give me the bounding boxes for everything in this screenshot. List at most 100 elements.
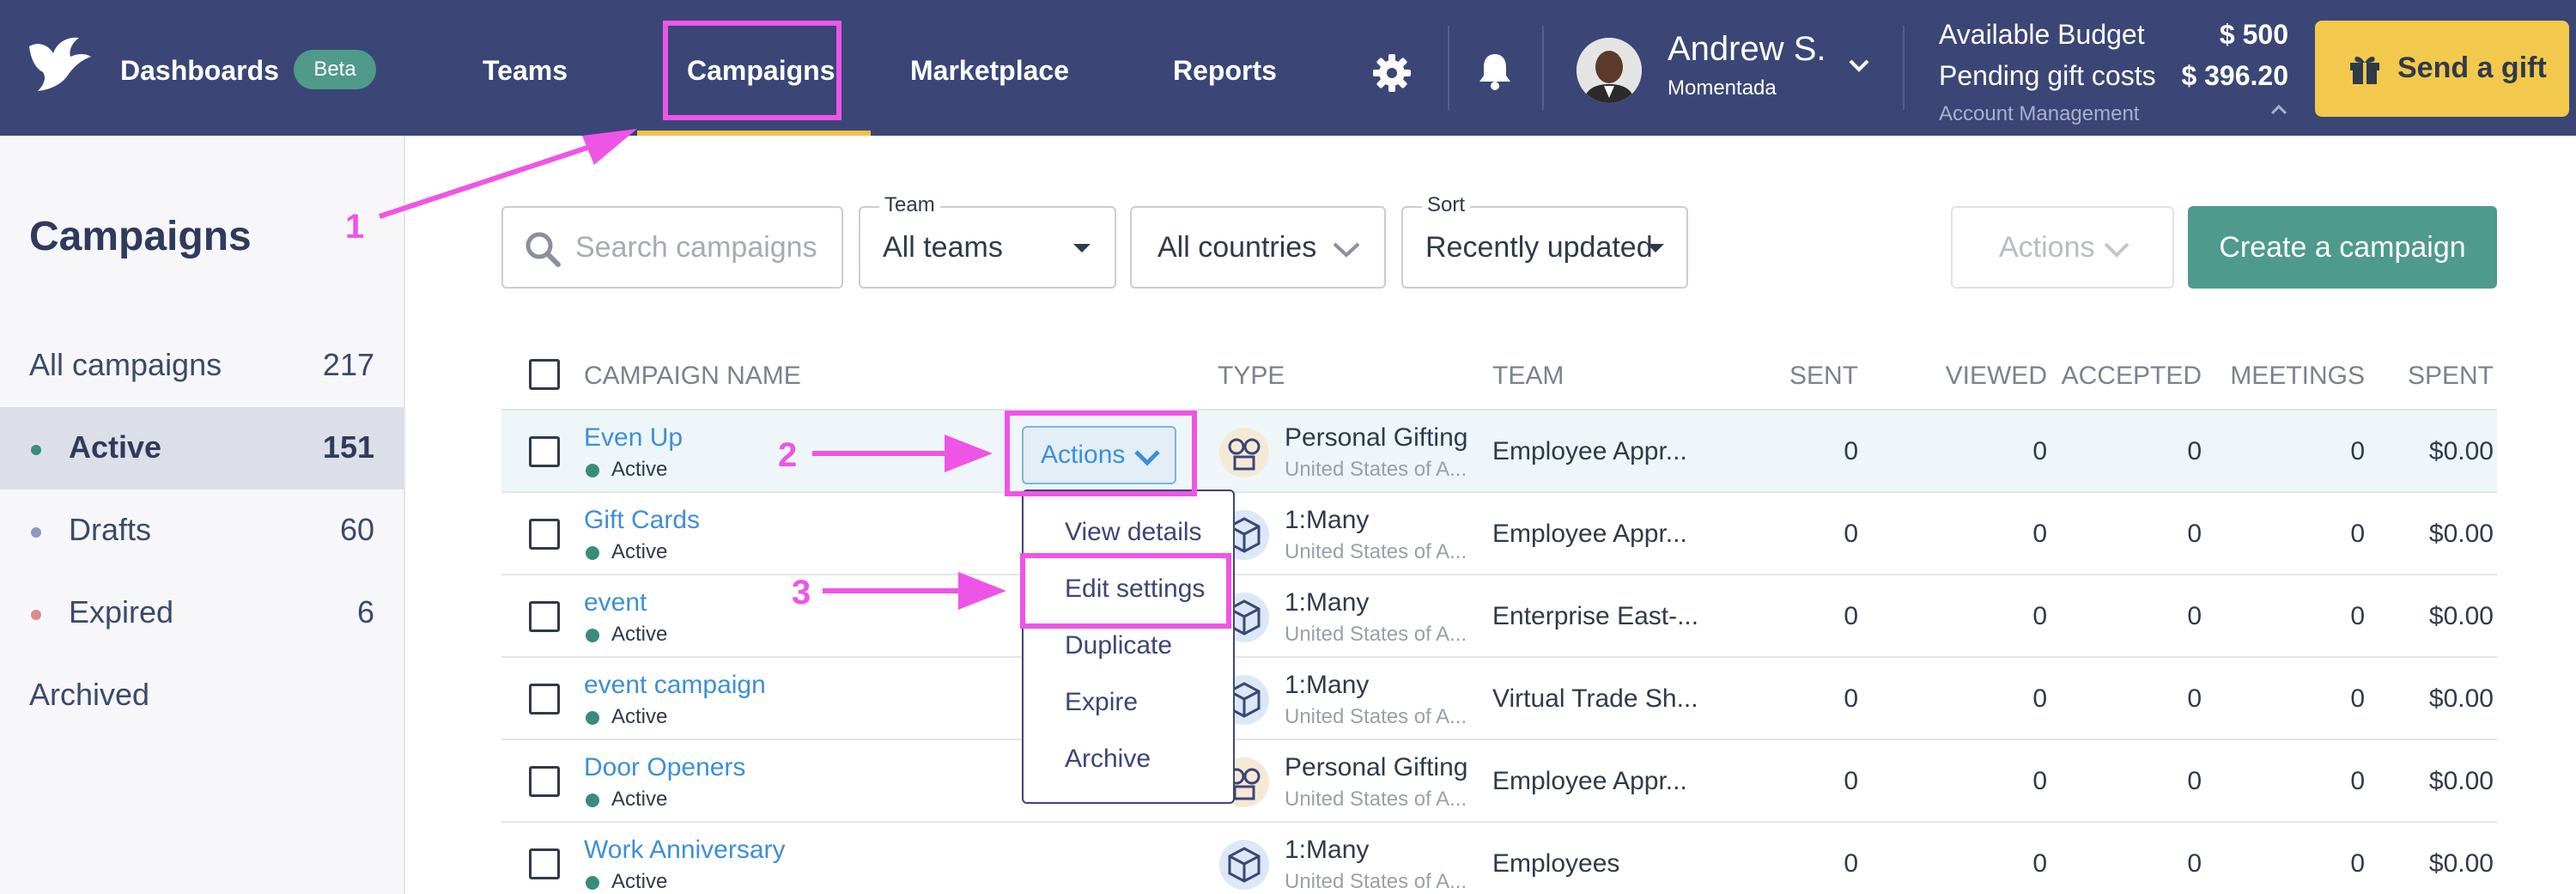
row-checkbox[interactable] <box>529 684 560 715</box>
team-select[interactable]: Team All teams <box>859 192 1116 289</box>
menu-item-view-details[interactable]: View details <box>1065 517 1202 548</box>
menu-item-duplicate[interactable]: Duplicate <box>1065 630 1172 661</box>
annotation-number-3: 3 <box>792 574 811 611</box>
column-header-type[interactable]: TYPE <box>1218 359 1285 393</box>
country-select[interactable]: All countries <box>1130 206 1386 289</box>
sidebar-item-archived[interactable]: Archived <box>0 654 404 737</box>
column-header-viewed[interactable]: VIEWED <box>1875 359 2047 393</box>
campaign-meetings: 0 <box>2350 602 2365 630</box>
campaign-viewed: 0 <box>2032 684 2047 713</box>
row-checkbox[interactable] <box>529 436 560 467</box>
campaign-country: United States of A... <box>1285 458 1467 481</box>
campaign-meetings: 0 <box>2350 849 2365 878</box>
row-checkbox[interactable] <box>529 848 560 879</box>
nav-teams[interactable]: Teams <box>483 53 568 88</box>
bulk-actions-button[interactable]: Actions <box>1951 206 2174 289</box>
sidebar-item-count: 6 <box>356 594 374 629</box>
nav-divider <box>1903 26 1905 110</box>
chevron-down-icon[interactable] <box>1848 58 1870 74</box>
campaign-accepted: 0 <box>2187 602 2202 630</box>
column-header-sent[interactable]: SENT <box>1729 359 1858 393</box>
gift-icon <box>2350 57 2379 84</box>
highlight-box-actions-button <box>1005 411 1197 496</box>
chevron-down-icon <box>2104 242 2129 258</box>
campaign-sent: 0 <box>1844 602 1858 630</box>
sidebar-item-label: Drafts <box>69 512 152 547</box>
avatar[interactable] <box>1577 38 1642 103</box>
available-budget-value: $ 500 <box>2219 19 2288 50</box>
campaign-name-link[interactable]: event campaign <box>584 670 766 701</box>
table-row[interactable]: Door Openers Active Personal Gifting Unite… <box>501 740 2497 823</box>
nav-marketplace[interactable]: Marketplace <box>910 53 1069 88</box>
beta-badge: Beta <box>294 50 376 89</box>
sidebar-item-drafts[interactable]: Drafts 60 <box>0 490 404 572</box>
bell-icon[interactable] <box>1477 52 1513 91</box>
create-campaign-button[interactable]: Create a campaign <box>2188 206 2497 289</box>
sidebar-item-count: 217 <box>322 347 374 382</box>
campaign-meetings: 0 <box>2350 520 2365 548</box>
row-checkbox[interactable] <box>529 519 560 550</box>
campaign-team: Employee Appr... <box>1492 437 1687 465</box>
campaign-accepted: 0 <box>2187 684 2202 713</box>
sort-select[interactable]: Sort Recently updated <box>1401 192 1688 289</box>
search-icon <box>526 232 561 267</box>
campaign-accepted: 0 <box>2187 520 2202 548</box>
campaign-viewed: 0 <box>2032 602 2047 630</box>
campaign-type: Personal Gifting <box>1285 753 1468 781</box>
column-header-name[interactable]: CAMPAIGN NAME <box>584 359 801 393</box>
nav-divider <box>1542 26 1544 110</box>
campaign-name-link[interactable]: Even Up <box>584 423 683 453</box>
status-dot <box>586 464 599 477</box>
campaign-status: Active <box>611 540 668 563</box>
nav-reports[interactable]: Reports <box>1173 53 1277 88</box>
sidebar-item-active[interactable]: Active 151 <box>0 407 404 490</box>
one-to-many-icon <box>1219 840 1269 890</box>
gear-icon[interactable] <box>1372 53 1412 93</box>
table-row[interactable]: Work Anniversary Active 1:Many United Stat… <box>501 823 2497 894</box>
campaign-name-link[interactable]: Door Openers <box>584 752 745 783</box>
bird-logo-icon[interactable] <box>26 34 94 96</box>
table-row[interactable]: Gift Cards Active 1:Many United States of … <box>501 493 2497 575</box>
table-row[interactable]: event campaign Active 1:Many United States… <box>501 658 2497 740</box>
column-header-spent[interactable]: SPENT <box>2322 359 2494 393</box>
campaign-name-link[interactable]: Gift Cards <box>584 505 700 536</box>
campaign-country: United States of A... <box>1285 705 1467 728</box>
table-row[interactable]: Even Up Active Personal Gifting United Sta… <box>501 411 2497 493</box>
sort-select-label: Sort <box>1422 192 1471 218</box>
user-name[interactable]: Andrew S. <box>1668 29 1826 69</box>
sidebar-item-expired[interactable]: Expired 6 <box>0 572 404 654</box>
chevron-up-icon[interactable] <box>2270 103 2287 115</box>
column-header-team[interactable]: TEAM <box>1492 359 1564 393</box>
account-management-link[interactable]: Account Management <box>1939 101 2139 127</box>
campaign-team: Employee Appr... <box>1492 767 1687 795</box>
campaign-name-link[interactable]: Work Anniversary <box>584 835 786 866</box>
campaign-viewed: 0 <box>2032 437 2047 465</box>
campaign-name-link[interactable]: event <box>584 587 647 618</box>
menu-item-archive[interactable]: Archive <box>1065 744 1151 775</box>
pending-costs-label: Pending gift costs <box>1939 60 2156 91</box>
search-placeholder: Search campaigns <box>575 231 817 264</box>
row-checkbox[interactable] <box>529 601 560 632</box>
sidebar-item-label: Active <box>69 429 162 465</box>
send-gift-button[interactable]: Send a gift <box>2315 21 2569 117</box>
campaign-status: Active <box>611 788 668 811</box>
search-input[interactable]: Search campaigns <box>501 206 843 289</box>
column-header-accepted[interactable]: ACCEPTED <box>2030 359 2202 393</box>
pending-costs-value: $ 396.20 <box>2181 60 2288 91</box>
campaign-meetings: 0 <box>2350 437 2365 465</box>
campaign-accepted: 0 <box>2187 437 2202 465</box>
row-actions-menu: View details Edit settings Duplicate Exp… <box>1022 490 1235 804</box>
highlight-box-campaigns-tab <box>663 21 841 120</box>
status-dot <box>586 876 599 890</box>
row-checkbox[interactable] <box>529 766 560 797</box>
select-all-checkbox[interactable] <box>529 359 560 390</box>
campaign-accepted: 0 <box>2187 849 2202 878</box>
sidebar-item-all-campaigns[interactable]: All campaigns 217 <box>0 325 404 407</box>
menu-item-expire[interactable]: Expire <box>1065 687 1138 718</box>
campaign-meetings: 0 <box>2350 684 2365 713</box>
nav-dashboards[interactable]: Dashboards <box>120 53 279 88</box>
sidebar-item-label: Archived <box>29 677 150 712</box>
status-dot <box>31 610 41 620</box>
status-dot <box>586 794 599 807</box>
campaign-type: 1:Many <box>1285 588 1370 617</box>
